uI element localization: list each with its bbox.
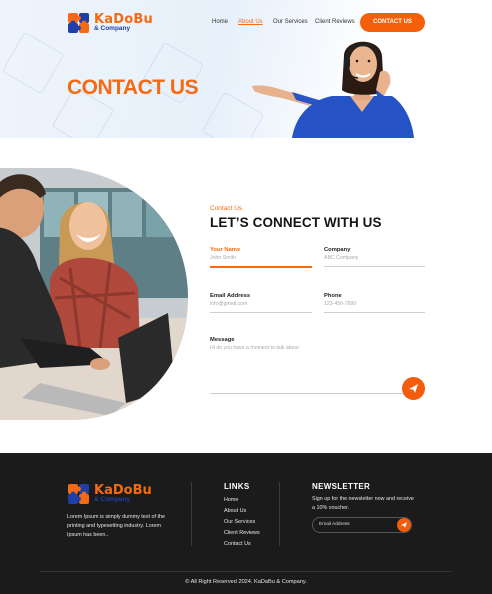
nav-home[interactable]: Home <box>212 19 228 25</box>
company-label: Company <box>324 247 351 253</box>
footer-link-home[interactable]: Home <box>224 497 238 503</box>
copyright-text: © All Right Reserved 2024. KaDaBu & Comp… <box>185 579 307 585</box>
nav-client-reviews[interactable]: Client Reviews <box>315 19 355 25</box>
name-field-underline <box>210 266 312 268</box>
brand-tagline: & Company <box>94 25 131 32</box>
nav-our-services[interactable]: Our Services <box>273 19 308 25</box>
brand-logo[interactable]: KaDoBu & Company <box>67 12 167 34</box>
footer-brand-tagline: & Company <box>94 496 131 503</box>
phone-field[interactable]: 123-456-7890 <box>324 301 356 307</box>
company-field-underline <box>324 266 425 267</box>
newsletter-email-placeholder: Email Address <box>319 522 350 527</box>
send-message-button[interactable] <box>402 377 425 400</box>
company-field[interactable]: ABC Company <box>324 255 358 261</box>
hex-pattern <box>1 31 65 95</box>
footer-link-client-reviews[interactable]: Client Reviews <box>224 530 260 536</box>
paper-plane-icon <box>409 384 418 393</box>
phone-field-underline <box>324 312 425 313</box>
footer-about-text: Lorem Ipsum is simply dummy text of the … <box>67 514 165 538</box>
page-title: CONTACT US <box>67 76 199 99</box>
links-heading: LINKS <box>224 482 250 491</box>
footer-divider <box>191 482 192 546</box>
newsletter-text: Sign up for the newsletter now and recei… <box>312 496 414 511</box>
email-field[interactable]: info@gmail.com <box>210 301 247 307</box>
newsletter-submit-button[interactable] <box>397 518 411 532</box>
email-field-underline <box>210 312 312 313</box>
contact-us-button[interactable]: CONTACT US <box>360 13 425 32</box>
name-label: Your Name <box>210 247 241 253</box>
message-field[interactable]: Hi do you have a moment to talk about <box>210 345 299 351</box>
footer-link-about-us[interactable]: About Us <box>224 508 246 514</box>
footer-separator <box>40 571 452 572</box>
footer-brand-logo[interactable]: KaDoBu & Company <box>67 483 167 505</box>
team-photo <box>0 168 188 420</box>
footer-divider <box>279 482 280 546</box>
footer-link-contact-us[interactable]: Contact Us <box>224 541 251 547</box>
message-field-underline <box>210 393 403 394</box>
puzzle-logo-icon <box>68 484 89 504</box>
support-agent-illustration <box>252 41 414 138</box>
nav-about-us[interactable]: About Us <box>238 19 263 25</box>
contact-heading: LET’S CONNECT WITH US <box>210 215 382 230</box>
phone-label: Phone <box>324 293 342 299</box>
newsletter-heading: NEWSLETTER <box>312 482 371 491</box>
hero-banner: KaDoBu & Company Home About Us Our Servi… <box>0 0 492 138</box>
message-label: Message <box>210 337 235 343</box>
email-label: Email Address <box>210 293 251 299</box>
puzzle-logo-icon <box>68 13 89 33</box>
contact-kicker: Contact Us <box>210 205 243 212</box>
footer-link-our-services[interactable]: Our Services <box>224 519 255 525</box>
paper-plane-icon <box>401 522 407 528</box>
name-field[interactable]: John Smith <box>210 255 236 261</box>
